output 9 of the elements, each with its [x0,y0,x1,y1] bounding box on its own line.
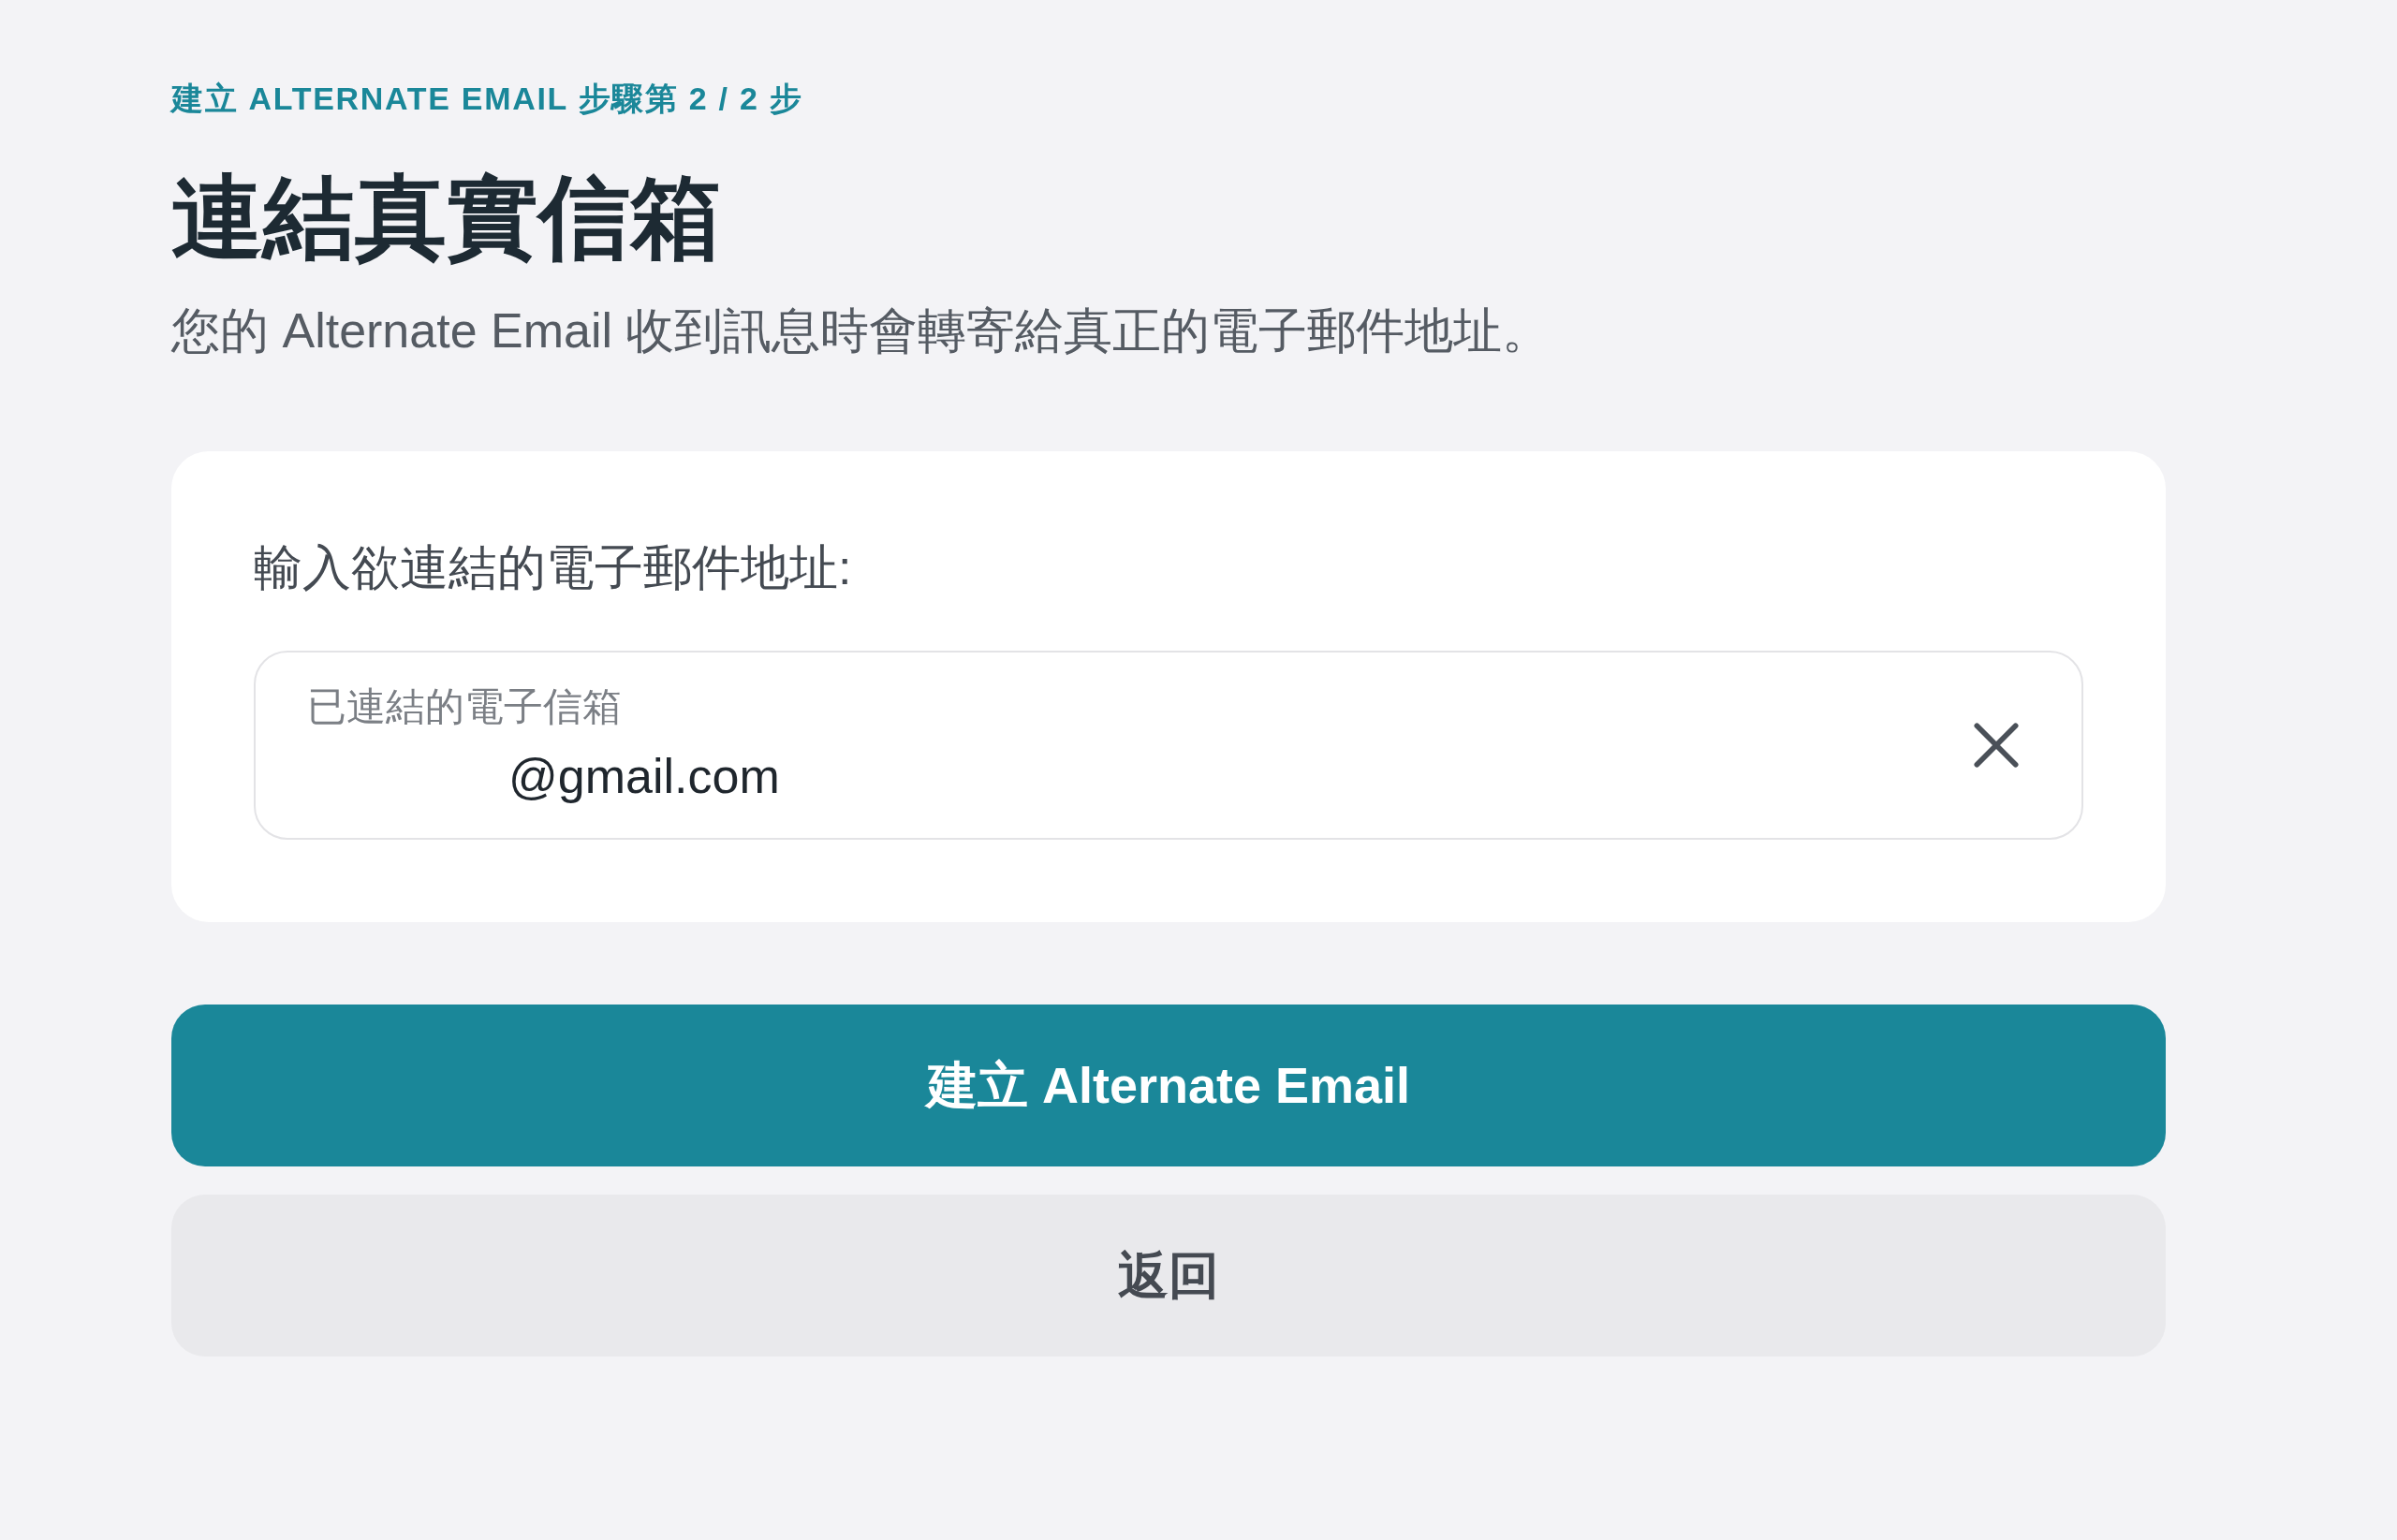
description: 您的 Alternate Email 收到訊息時會轉寄給真正的電子郵件地址。 [171,301,1552,359]
page-title: 連結真實信箱 [171,165,723,271]
field-prompt: 輸入欲連結的電子郵件地址: [254,538,853,596]
email-field[interactable]: 已連結的電子信箱 @gmail.com [254,650,2083,840]
step-indicator: 建立 ALTERNATE EMAIL 步驟第 2 / 2 步 [171,80,804,118]
field-label: 已連結的電子信箱 [307,683,623,730]
create-button[interactable]: 建立 Alternate Email [171,1004,2166,1166]
field-value: @gmail.com [508,748,780,805]
back-button[interactable]: 返回 [171,1194,2166,1357]
